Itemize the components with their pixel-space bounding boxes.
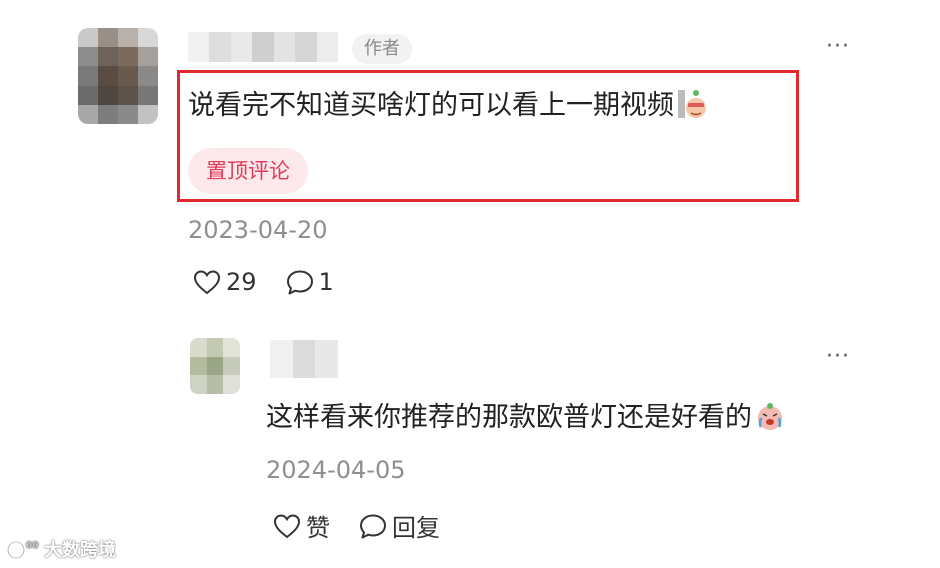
reply-button[interactable]: 回复	[358, 508, 440, 543]
like-count: 29	[226, 268, 257, 296]
comment-bubble-icon	[360, 514, 386, 538]
author-badge: 作者	[352, 34, 412, 64]
pinned-comment-tag: 置顶评论	[188, 148, 308, 194]
reply-count: 1	[318, 268, 334, 296]
reply-date: 2024-04-05	[266, 456, 406, 484]
comment-date: 2023-04-20	[188, 216, 328, 244]
watermark-logo-icon: 00	[6, 540, 39, 560]
comment-section: 作者 ··· 说看完不知道买啥灯的可以看上一期视频 置顶评论 2023-04-2…	[0, 0, 940, 568]
reply-username-blurred[interactable]	[270, 340, 339, 378]
comment-actions: 29 1	[192, 268, 334, 296]
reply-avatar[interactable]	[190, 338, 240, 394]
watermark-text: 大数跨境	[44, 540, 116, 561]
like-button[interactable]: 29	[192, 268, 257, 296]
watermark: 00 大数跨境	[6, 536, 116, 562]
avatar[interactable]	[78, 28, 158, 124]
heart-icon	[273, 513, 301, 538]
reply-like-button[interactable]: 赞	[272, 508, 330, 543]
heart-icon	[193, 270, 221, 295]
reply-count-button[interactable]: 1	[285, 268, 334, 296]
face-emoji-icon	[678, 90, 706, 118]
more-options-icon[interactable]: ···	[826, 34, 850, 59]
reply-label: 回复	[392, 514, 440, 542]
like-label: 赞	[306, 514, 330, 542]
username-blurred[interactable]	[188, 32, 338, 62]
comment-text: 说看完不知道买啥灯的可以看上一期视频	[188, 86, 708, 126]
comment-bubble-icon	[286, 270, 313, 295]
reply-text: 这样看来你推荐的那款欧普灯还是好看的	[266, 398, 786, 438]
reply-more-options-icon[interactable]: ···	[826, 344, 850, 369]
crying-emoji-icon	[758, 403, 782, 430]
reply-actions: 赞 回复	[272, 508, 440, 543]
svg-text:00: 00	[26, 541, 39, 551]
